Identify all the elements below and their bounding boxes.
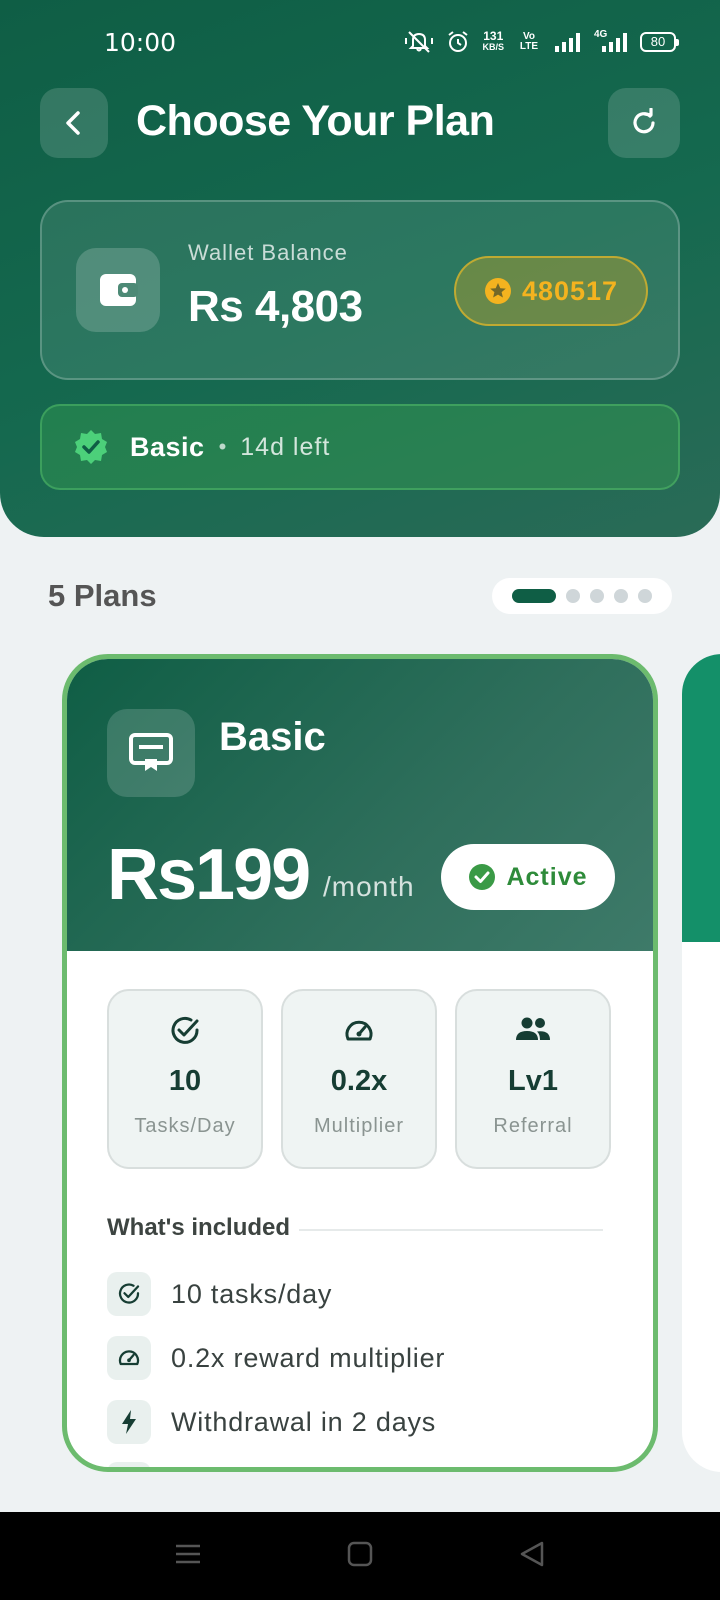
plan-days-left: 14d left xyxy=(240,432,331,461)
stat-multiplier: 0.2x Multiplier xyxy=(281,989,437,1169)
feature-text: 10 tasks/day xyxy=(171,1278,333,1309)
stat-referral: Lv1 Referral xyxy=(455,989,611,1169)
pager-dot-2[interactable] xyxy=(566,589,580,603)
stat-label: Multiplier xyxy=(313,1115,405,1137)
plan-name: Basic xyxy=(219,715,326,759)
page-title: Choose Your Plan xyxy=(136,97,495,145)
divider xyxy=(299,1229,603,1231)
wallet-icon xyxy=(76,248,160,332)
feature-text: Withdrawal in 2 days xyxy=(171,1406,437,1437)
check-circle-icon xyxy=(171,1016,199,1044)
next-plan-card[interactable] xyxy=(682,654,720,1472)
stat-tasks-per-day: 10 Tasks/Day xyxy=(107,989,263,1169)
active-label: Active xyxy=(506,862,588,891)
mute-icon xyxy=(405,31,434,53)
stat-value: 10 xyxy=(168,1065,202,1097)
status-time: 10:00 xyxy=(104,28,177,57)
included-title: What's included xyxy=(107,1214,291,1241)
stat-value: Lv1 xyxy=(508,1065,558,1097)
status-icons: 131 KB/S Vo LTE 4G 80 xyxy=(404,29,679,54)
feature-text: 0.2x reward multiplier xyxy=(171,1342,446,1373)
back-nav-icon[interactable] xyxy=(518,1540,546,1568)
coin-balance-pill[interactable]: 480517 xyxy=(454,256,648,326)
pager-dot-3[interactable] xyxy=(590,589,604,603)
signal-icon xyxy=(555,33,580,52)
header-panel: 10:00 131 KB/S Vo LTE 4G 80 Choose Your P… xyxy=(0,0,720,537)
net-speed: 131 KB/S xyxy=(482,29,504,52)
check-circle-icon xyxy=(118,1283,140,1304)
feature-item: 10 tasks/day xyxy=(107,1271,332,1317)
next-plan-card-header xyxy=(682,654,720,942)
volte-indicator: Vo LTE xyxy=(519,31,539,52)
feature-item: Withdrawal in 2 days xyxy=(107,1399,436,1445)
refresh-icon xyxy=(633,108,655,134)
stat-label: Tasks/Day xyxy=(134,1115,236,1137)
people-icon xyxy=(516,1017,550,1040)
feature-item: 0.2x reward multiplier xyxy=(107,1335,445,1381)
plan-price: Rs199 xyxy=(107,835,311,915)
back-button[interactable] xyxy=(40,88,108,158)
network-4g: 4G xyxy=(594,29,628,53)
menu-icon[interactable] xyxy=(174,1540,202,1568)
status-bar: 10:00 131 KB/S Vo LTE 4G 80 xyxy=(0,0,720,90)
coin-value: 480517 xyxy=(521,275,619,306)
plan-card-header: Basic Rs199 /month Active xyxy=(67,659,653,951)
speedometer-icon xyxy=(118,1350,140,1366)
chevron-left-icon xyxy=(66,111,80,135)
verified-badge-icon xyxy=(75,430,107,464)
wallet-label: Wallet Balance xyxy=(188,240,348,265)
star-coin-icon xyxy=(484,278,511,304)
lightning-icon xyxy=(122,1410,136,1434)
current-plan-banner[interactable]: Basic • 14d left xyxy=(40,404,680,490)
system-nav-bar xyxy=(0,1512,720,1600)
wallet-amount: Rs 4,803 xyxy=(188,282,363,331)
stat-value: 0.2x xyxy=(330,1065,388,1097)
pager-dot-4[interactable] xyxy=(614,589,628,603)
pager-dot-1[interactable] xyxy=(512,589,556,603)
check-circle-filled-icon xyxy=(469,864,496,890)
stat-label: Referral xyxy=(493,1115,573,1137)
home-icon[interactable] xyxy=(346,1540,374,1568)
active-status-badge: Active xyxy=(441,844,615,910)
current-plan-name: Basic xyxy=(130,431,205,462)
plan-card-basic[interactable]: Basic Rs199 /month Active 10 Tasks/Day 0… xyxy=(62,654,658,1472)
plan-period: /month xyxy=(323,871,415,902)
plan-pager xyxy=(492,578,672,614)
battery-indicator: 80 xyxy=(640,32,679,52)
separator-dot: • xyxy=(218,434,227,459)
alarm-icon xyxy=(448,31,469,52)
pager-dot-5[interactable] xyxy=(638,589,652,603)
speedometer-icon xyxy=(345,1020,373,1041)
feature-item-partial xyxy=(107,1461,151,1467)
refresh-button[interactable] xyxy=(608,88,680,158)
wallet-card: Wallet Balance Rs 4,803 480517 xyxy=(40,200,680,380)
certificate-icon xyxy=(107,709,195,797)
plans-count: 5 Plans xyxy=(48,578,157,613)
